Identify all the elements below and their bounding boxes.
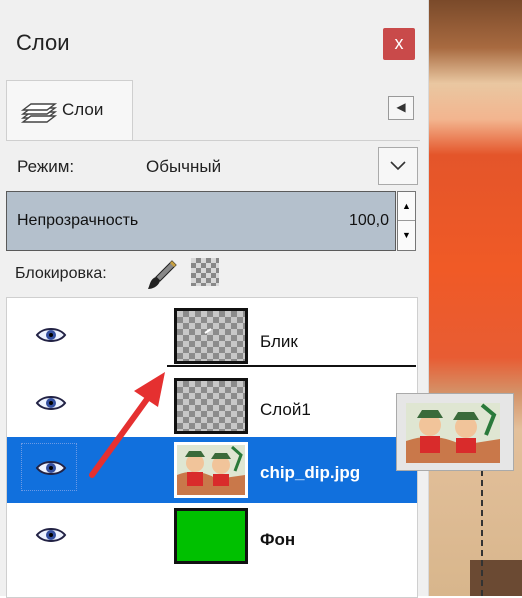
layer-row[interactable]: Слой1 <box>7 372 417 438</box>
lock-label: Блокировка: <box>15 265 107 282</box>
opacity-label: Непрозрачность <box>17 212 139 229</box>
tab-layers[interactable]: Слои <box>6 80 133 141</box>
canvas-corner <box>470 560 522 596</box>
eye-icon[interactable] <box>35 394 67 417</box>
lock-pixels-brush-icon[interactable] <box>145 258 179 297</box>
mode-select-value[interactable]: Обычный <box>146 157 221 177</box>
layer-name[interactable]: Фон <box>260 530 295 550</box>
layer-thumbnail <box>174 442 248 498</box>
layer-row[interactable]: Блик <box>7 304 417 370</box>
layer-name[interactable]: Слой1 <box>260 400 311 420</box>
layer-row-selected[interactable]: chip_dip.jpg <box>7 437 417 503</box>
drag-preview <box>396 393 514 471</box>
layers-stack-icon <box>19 98 59 133</box>
eye-icon[interactable] <box>35 459 67 482</box>
close-button[interactable]: x <box>383 28 415 60</box>
image-canvas <box>428 0 522 596</box>
mode-dropdown-button[interactable] <box>378 147 418 185</box>
drag-preview-image <box>406 403 500 463</box>
layers-list: Блик Слой1 chip_dip.jpg Фон <box>6 297 418 598</box>
opacity-slider[interactable]: Непрозрачность 100,0 <box>6 191 396 251</box>
spin-down-icon[interactable]: ▼ <box>398 221 415 250</box>
opacity-value: 100,0 <box>348 212 389 229</box>
lock-alpha-icon[interactable] <box>191 258 219 286</box>
layers-dialog: Слои x Слои ◀ Режим: Обычный Непрозрачно… <box>0 0 429 598</box>
spin-up-icon[interactable]: ▲ <box>398 192 415 221</box>
opacity-spinner[interactable]: ▲ ▼ <box>397 191 416 251</box>
tab-layers-label: Слои <box>62 100 104 119</box>
layer-thumbnail <box>174 378 248 434</box>
drop-indicator-line <box>167 365 416 367</box>
layer-name[interactable]: Блик <box>260 332 298 352</box>
tab-divider <box>6 140 420 141</box>
eye-icon[interactable] <box>35 526 67 549</box>
eye-icon[interactable] <box>35 326 67 349</box>
layer-thumbnail <box>174 308 248 364</box>
dialog-title: Слои <box>16 30 70 55</box>
tab-menu-button[interactable]: ◀ <box>388 96 414 120</box>
mode-label: Режим: <box>17 157 75 176</box>
layer-thumbnail <box>174 508 248 564</box>
chevron-down-icon <box>390 161 406 171</box>
layer-row[interactable]: Фон <box>7 504 417 570</box>
layer-name[interactable]: chip_dip.jpg <box>260 463 360 483</box>
